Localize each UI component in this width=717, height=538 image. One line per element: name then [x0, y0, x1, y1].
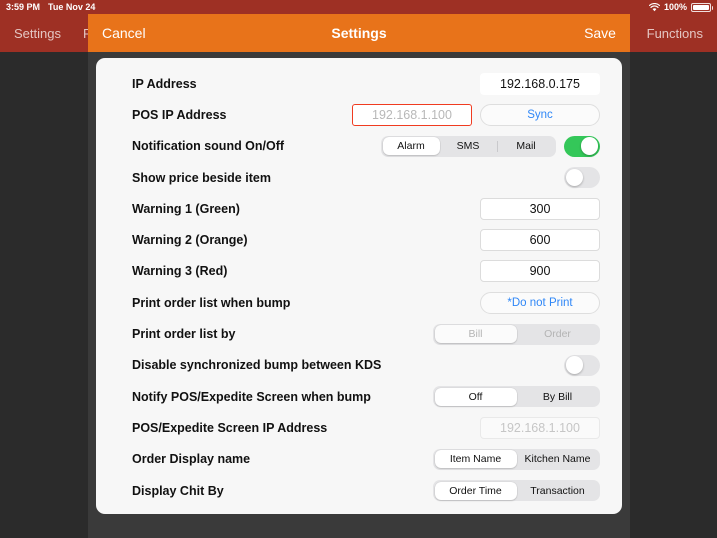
toggle-knob: [565, 356, 584, 375]
segment-sms[interactable]: SMS: [440, 137, 497, 155]
label-warning-2-orange: Warning 2 (Orange): [132, 233, 248, 248]
segment-bill[interactable]: Bill: [434, 325, 517, 344]
row-warning-3-red: Warning 3 (Red) 900: [96, 256, 622, 287]
show-price-toggle[interactable]: [564, 167, 600, 189]
disable-sync-bump-toggle[interactable]: [564, 354, 600, 376]
label-pos-expedite-ip-address: POS/Expedite Screen IP Address: [132, 420, 328, 435]
background-nav-item-functions[interactable]: Functions: [647, 26, 703, 41]
label-notification-sound: Notification sound On/Off: [132, 139, 285, 154]
display-chit-by-segmented[interactable]: Order Time Transaction: [433, 480, 600, 501]
row-notification-sound: Notification sound On/Off Alarm SMS Mail: [96, 131, 622, 162]
segment-kitchen-name[interactable]: Kitchen Name: [517, 450, 599, 468]
label-ip-address: IP Address: [132, 76, 197, 91]
cancel-button[interactable]: Cancel: [102, 25, 146, 41]
segment-item-name[interactable]: Item Name: [434, 450, 517, 469]
segment-order[interactable]: Order: [517, 325, 599, 343]
label-order-display-name: Order Display name: [132, 452, 251, 467]
row-disable-synchronized-bump: Disable synchronized bump between KDS: [96, 350, 622, 381]
notification-sound-segmented[interactable]: Alarm SMS Mail: [381, 135, 556, 157]
ip-address-input[interactable]: 192.168.0.175: [480, 72, 600, 95]
control-pos-expedite-ip-address: 192.168.1.100: [480, 416, 600, 439]
pos-expedite-ip-input[interactable]: 192.168.1.100: [480, 416, 600, 439]
row-display-chit-by: Display Chit By Order Time Transaction: [96, 475, 622, 506]
settings-sheet-wrapper: IP Address 192.168.0.175 POS IP Address …: [96, 58, 622, 514]
label-notify-pos-expedite-when-bump: Notify POS/Expedite Screen when bump: [132, 389, 371, 404]
status-bar-right: 100%: [648, 2, 713, 12]
control-notification-sound: Alarm SMS Mail: [381, 135, 600, 157]
status-bar-left: 3:59 PM Tue Nov 24: [6, 2, 95, 12]
sync-button[interactable]: Sync: [480, 103, 600, 126]
row-print-order-list-by: Print order list by Bill Order: [96, 318, 622, 349]
print-order-list-by-segmented[interactable]: Bill Order: [433, 323, 600, 345]
control-notify-pos-expedite-when-bump: Off By Bill: [433, 386, 600, 408]
label-print-order-list-when-bump: Print order list when bump: [132, 295, 291, 310]
label-display-chit-by: Display Chit By: [132, 483, 224, 498]
label-warning-1-green: Warning 1 (Green): [132, 201, 240, 216]
battery-percent-label: 100%: [663, 2, 687, 12]
label-pos-ip-address: POS IP Address: [132, 107, 227, 122]
battery-icon: [691, 2, 713, 12]
row-pos-ip-address: POS IP Address 192.168.1.100 Sync: [96, 99, 622, 130]
control-ip-address: 192.168.0.175: [480, 72, 600, 95]
control-warning-3-red: 900: [480, 260, 600, 283]
control-order-display-name: Item Name Kitchen Name: [433, 448, 600, 470]
row-notify-pos-expedite-when-bump: Notify POS/Expedite Screen when bump Off…: [96, 381, 622, 412]
segment-transaction[interactable]: Transaction: [517, 482, 599, 500]
toggle-knob: [565, 168, 584, 187]
row-warning-1-green: Warning 1 (Green) 300: [96, 193, 622, 224]
warning-1-input[interactable]: 300: [480, 197, 600, 220]
do-not-print-button[interactable]: *Do not Print: [480, 291, 600, 314]
app-root: 3:59 PM Tue Nov 24 100% Settings Rep y F…: [0, 0, 717, 538]
status-bar-time: 3:59 PM: [6, 2, 41, 12]
label-print-order-list-by: Print order list by: [132, 327, 236, 342]
row-order-display-name: Order Display name Item Name Kitchen Nam…: [96, 444, 622, 475]
segment-by-bill[interactable]: By Bill: [517, 388, 599, 406]
settings-modal: Cancel Settings Save IP Address 192.168.…: [88, 14, 630, 518]
save-button[interactable]: Save: [584, 25, 616, 41]
label-disable-synchronized-bump: Disable synchronized bump between KDS: [132, 358, 382, 373]
modal-header: Cancel Settings Save: [88, 14, 630, 52]
control-warning-1-green: 300: [480, 197, 600, 220]
row-ip-address: IP Address 192.168.0.175: [96, 68, 622, 99]
ios-status-bar: 3:59 PM Tue Nov 24 100%: [0, 0, 717, 14]
warning-3-input[interactable]: 900: [480, 260, 600, 283]
wifi-icon: [648, 2, 660, 12]
label-show-price-beside-item: Show price beside item: [132, 170, 271, 185]
label-warning-3-red: Warning 3 (Red): [132, 264, 228, 279]
control-disable-synchronized-bump: [564, 354, 600, 376]
segment-mail[interactable]: Mail: [498, 137, 555, 155]
control-print-order-list-by: Bill Order: [433, 323, 600, 345]
toggle-knob: [580, 137, 599, 156]
row-show-price-beside-item: Show price beside item: [96, 162, 622, 193]
segment-off[interactable]: Off: [434, 387, 517, 406]
row-pos-expedite-ip-address: POS/Expedite Screen IP Address 192.168.1…: [96, 412, 622, 443]
background-nav-right-group: y Functions: [618, 26, 717, 41]
background-nav-item-settings[interactable]: Settings: [14, 26, 61, 41]
warning-2-input[interactable]: 600: [480, 229, 600, 252]
order-display-name-segmented[interactable]: Item Name Kitchen Name: [433, 448, 600, 470]
modal-title: Settings: [331, 25, 387, 41]
control-warning-2-orange: 600: [480, 229, 600, 252]
control-show-price-beside-item: [564, 167, 600, 189]
pos-ip-address-input[interactable]: 192.168.1.100: [352, 103, 472, 126]
control-pos-ip-address: 192.168.1.100 Sync: [352, 103, 600, 126]
control-print-order-list-when-bump: *Do not Print: [480, 291, 600, 314]
status-bar-date: Tue Nov 24: [48, 2, 96, 12]
row-warning-2-orange: Warning 2 (Orange) 600: [96, 224, 622, 255]
row-print-order-list-when-bump: Print order list when bump *Do not Print: [96, 287, 622, 318]
notify-pos-expedite-segmented[interactable]: Off By Bill: [433, 386, 600, 408]
settings-list: IP Address 192.168.0.175 POS IP Address …: [96, 58, 622, 514]
segment-alarm[interactable]: Alarm: [382, 137, 440, 156]
notification-sound-toggle[interactable]: [564, 135, 600, 157]
control-display-chit-by: Order Time Transaction: [433, 480, 600, 501]
segment-order-time[interactable]: Order Time: [434, 481, 517, 500]
